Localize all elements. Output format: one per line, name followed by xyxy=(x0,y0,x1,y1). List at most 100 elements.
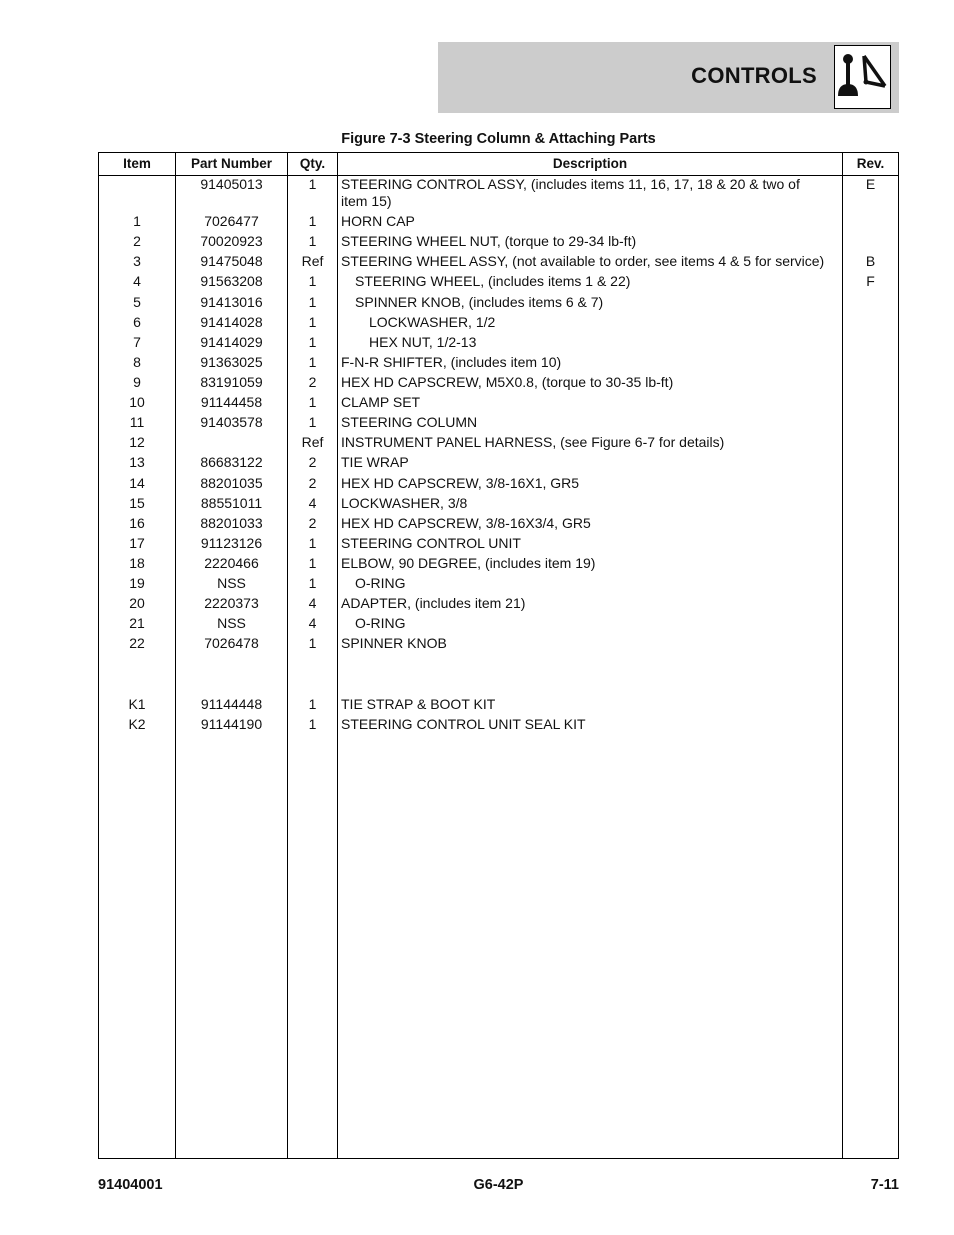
qty-cell: 1 xyxy=(308,716,317,732)
part-number-cell: 91363025 xyxy=(200,354,263,370)
part-number-cell: 88551011 xyxy=(200,495,263,511)
description-cell: HEX NUT, 1/2-13 xyxy=(369,334,477,350)
rev-cell: B xyxy=(865,253,876,269)
qty-cell: 1 xyxy=(308,273,317,289)
item-cell: 18 xyxy=(129,555,145,571)
part-number-cell: 86683122 xyxy=(200,454,263,470)
description-cell: HEX HD CAPSCREW, 3/8-16X1, GR5 xyxy=(341,475,580,491)
column-divider xyxy=(337,153,338,1158)
item-cell: 14 xyxy=(129,475,145,491)
description-cell: STEERING CONTROL UNIT xyxy=(341,535,521,551)
item-cell: 4 xyxy=(133,273,141,289)
item-cell: 12 xyxy=(129,434,145,450)
description-cell: STEERING WHEEL, (includes items 1 & 22) xyxy=(355,273,631,289)
part-number-cell: NSS xyxy=(217,575,246,591)
qty-cell: 1 xyxy=(308,294,317,310)
part-number-cell: 91403578 xyxy=(200,414,263,430)
description-cell: SPINNER KNOB, (includes items 6 & 7) xyxy=(355,294,604,310)
qty-cell: 1 xyxy=(308,233,317,249)
description-cell: STEERING WHEEL NUT, (torque to 29-34 lb-… xyxy=(341,233,637,249)
description-cell: F-N-R SHIFTER, (includes item 10) xyxy=(341,354,562,370)
qty-cell: 4 xyxy=(308,495,317,511)
item-cell: 16 xyxy=(129,515,145,531)
item-cell: 6 xyxy=(133,314,141,330)
qty-cell: 1 xyxy=(308,535,317,551)
description-cell: ADAPTER, (includes item 21) xyxy=(341,595,526,611)
qty-cell: 1 xyxy=(308,213,317,229)
description-line: STEERING CONTROL ASSY, (includes items 1… xyxy=(341,176,800,192)
part-number-cell: 7026478 xyxy=(204,635,259,651)
qty-cell: 1 xyxy=(308,575,317,591)
item-cell: K1 xyxy=(128,696,146,712)
item-cell: 20 xyxy=(129,595,145,611)
item-cell: 21 xyxy=(129,615,145,631)
rev-cell: F xyxy=(866,273,875,289)
part-number-cell: 91123126 xyxy=(200,535,263,551)
description-cell: STEERING CONTROL UNIT SEAL KIT xyxy=(341,716,586,732)
description-cell: TIE WRAP xyxy=(341,454,409,470)
description-line: item 15) xyxy=(341,193,392,209)
item-cell: 3 xyxy=(133,253,141,269)
part-number-cell: 88201035 xyxy=(200,475,263,491)
item-cell: 5 xyxy=(133,294,141,310)
controls-joystick-icon xyxy=(834,45,891,109)
description-cell: O-RING xyxy=(355,615,406,631)
part-number-cell: 7026477 xyxy=(204,213,259,229)
item-cell: 22 xyxy=(129,635,145,651)
description-cell: STEERING WHEEL ASSY, (not available to o… xyxy=(341,253,825,269)
qty-cell: 2 xyxy=(308,454,317,470)
qty-cell: 1 xyxy=(308,334,317,350)
column-header-part-number: Part Number xyxy=(190,156,273,171)
description-cell: STEERING CONTROL ASSY, (includes items 1… xyxy=(341,176,841,210)
item-cell: K2 xyxy=(128,716,146,732)
qty-cell: 1 xyxy=(308,635,317,651)
part-number-cell: 91144190 xyxy=(200,716,263,732)
qty-cell: 1 xyxy=(308,314,317,330)
part-number-cell: 2220466 xyxy=(204,555,259,571)
part-number-cell: 91414029 xyxy=(200,334,263,350)
item-cell: 15 xyxy=(129,495,145,511)
column-header-description: Description xyxy=(552,156,628,171)
qty-cell: 2 xyxy=(308,374,317,390)
item-cell: 7 xyxy=(133,334,141,350)
description-cell: LOCKWASHER, 3/8 xyxy=(341,495,468,511)
footer-model: G6-42P xyxy=(473,1177,524,1193)
qty-cell: 2 xyxy=(308,515,317,531)
qty-cell: 1 xyxy=(308,555,317,571)
description-cell: TIE STRAP & BOOT KIT xyxy=(341,696,496,712)
qty-cell: 1 xyxy=(308,176,317,192)
column-header-qty: Qty. xyxy=(299,156,326,171)
qty-cell: Ref xyxy=(301,253,324,269)
item-cell: 1 xyxy=(133,213,141,229)
part-number-cell: NSS xyxy=(217,615,246,631)
qty-cell: Ref xyxy=(301,434,324,450)
column-header-rev: Rev. xyxy=(856,156,885,171)
part-number-cell: 88201033 xyxy=(200,515,263,531)
description-cell: STEERING COLUMN xyxy=(341,414,478,430)
part-number-cell: 91413016 xyxy=(200,294,263,310)
footer-page-number: 7-11 xyxy=(870,1177,899,1193)
part-number-cell: 2220373 xyxy=(204,595,259,611)
section-header-band: CONTROLS xyxy=(438,42,899,113)
part-number-cell: 70020923 xyxy=(200,233,263,249)
description-cell: HEX HD CAPSCREW, 3/8-16X3/4, GR5 xyxy=(341,515,591,531)
part-number-cell: 83191059 xyxy=(200,374,263,390)
description-cell: LOCKWASHER, 1/2 xyxy=(369,314,496,330)
qty-cell: 2 xyxy=(308,475,317,491)
qty-cell: 1 xyxy=(308,414,317,430)
description-cell: O-RING xyxy=(355,575,406,591)
section-title: CONTROLS xyxy=(691,63,817,88)
item-cell: 8 xyxy=(133,354,141,370)
parts-table: Item Part Number Qty. Description Rev. 9… xyxy=(98,152,899,1159)
column-header-item: Item xyxy=(123,156,151,171)
qty-cell: 1 xyxy=(308,394,317,410)
item-cell: 11 xyxy=(129,414,145,430)
description-cell: ELBOW, 90 DEGREE, (includes item 19) xyxy=(341,555,596,571)
rev-cell: E xyxy=(865,176,876,192)
part-number-cell: 91414028 xyxy=(200,314,263,330)
description-cell: HEX HD CAPSCREW, M5X0.8, (torque to 30-3… xyxy=(341,374,674,390)
description-cell: HORN CAP xyxy=(341,213,415,229)
part-number-cell: 91144448 xyxy=(200,696,263,712)
item-cell: 13 xyxy=(129,454,145,470)
part-number-cell: 91563208 xyxy=(200,273,263,289)
